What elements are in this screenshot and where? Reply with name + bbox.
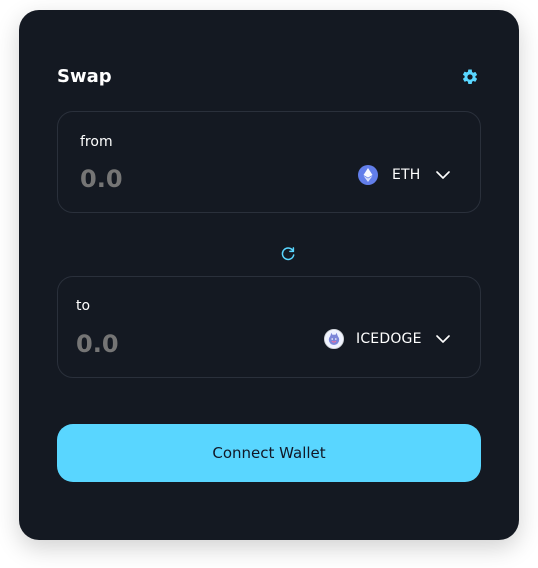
swap-title: Swap bbox=[57, 66, 112, 87]
to-token-symbol: ICEDOGE bbox=[356, 331, 422, 347]
to-label: to bbox=[76, 298, 91, 314]
to-token-selector[interactable]: ICEDOGE bbox=[324, 322, 450, 356]
from-amount-input[interactable] bbox=[80, 162, 230, 196]
swap-card: Swap from ETH to bbox=[19, 10, 519, 540]
connect-wallet-button[interactable]: Connect Wallet bbox=[57, 424, 481, 482]
swap-header: Swap bbox=[57, 65, 481, 89]
from-token-symbol: ETH bbox=[392, 167, 421, 183]
eth-icon bbox=[358, 165, 378, 185]
chevron-down-icon bbox=[435, 335, 450, 343]
from-label: from bbox=[80, 134, 113, 150]
chevron-down-icon bbox=[435, 171, 450, 179]
to-token-box: to ICEDOGE bbox=[57, 276, 481, 378]
gear-icon[interactable] bbox=[461, 68, 479, 86]
from-token-box: from ETH bbox=[57, 111, 481, 213]
icedoge-icon bbox=[324, 329, 344, 349]
to-amount-input[interactable] bbox=[76, 327, 226, 361]
refresh-icon[interactable] bbox=[280, 246, 296, 262]
from-token-selector[interactable]: ETH bbox=[358, 158, 450, 192]
